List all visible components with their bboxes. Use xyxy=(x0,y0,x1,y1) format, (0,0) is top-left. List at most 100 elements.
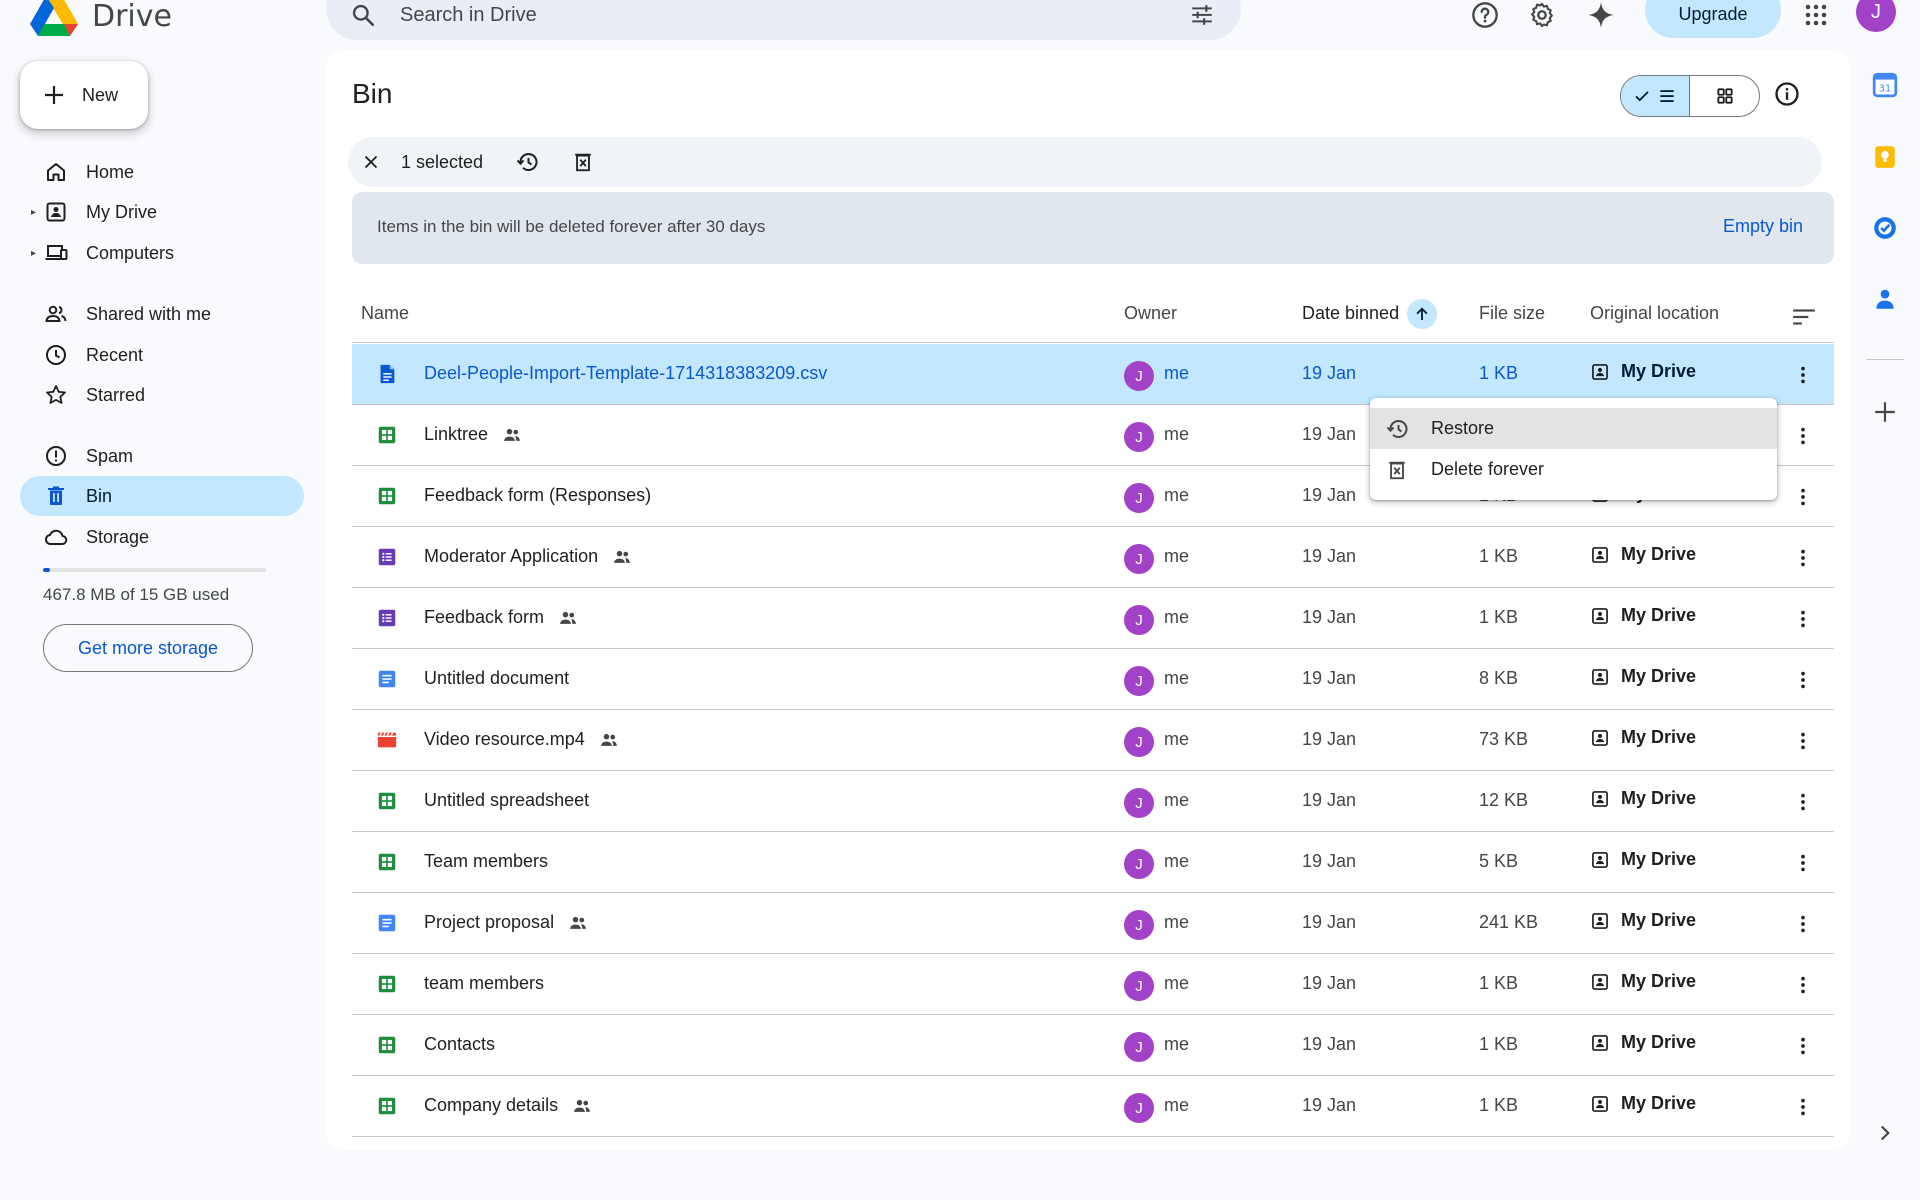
file-name-cell[interactable]: Contacts xyxy=(424,1034,495,1055)
original-location-cell[interactable]: My Drive xyxy=(1590,910,1696,931)
upgrade-button[interactable]: Upgrade xyxy=(1645,0,1781,38)
file-name-cell[interactable]: Team members xyxy=(424,851,548,872)
storage-usage-bar xyxy=(43,568,266,572)
file-name-cell[interactable]: Linktree xyxy=(424,424,522,445)
table-row[interactable]: Deel-People-Import-Template-171431838320… xyxy=(352,344,1834,405)
sidebar-item-home[interactable]: Home xyxy=(20,152,304,192)
more-actions-icon[interactable] xyxy=(1792,362,1814,388)
more-actions-icon[interactable] xyxy=(1792,423,1814,449)
more-actions-icon[interactable] xyxy=(1792,850,1814,876)
original-location-cell[interactable]: My Drive xyxy=(1590,1093,1696,1114)
file-name-cell[interactable]: Moderator Application xyxy=(424,546,632,567)
sidebar-item-recent[interactable]: Recent xyxy=(20,335,304,375)
account-avatar[interactable]: J xyxy=(1856,0,1896,32)
original-location-cell[interactable]: My Drive xyxy=(1590,727,1696,748)
search-icon[interactable] xyxy=(350,0,376,28)
search-options-icon[interactable] xyxy=(1189,0,1215,28)
sidebar-item-storage[interactable]: Storage xyxy=(20,517,304,557)
table-row[interactable]: Feedback form Jme 19 Jan 1 KB My Drive xyxy=(352,588,1834,649)
expand-arrow-icon[interactable]: ▸ xyxy=(31,207,39,218)
more-actions-icon[interactable] xyxy=(1792,728,1814,754)
sidebar-item-shared-with-me[interactable]: Shared with me xyxy=(20,294,304,334)
original-location-cell[interactable]: My Drive xyxy=(1590,544,1696,565)
settings-gear-icon[interactable] xyxy=(1524,0,1560,33)
original-location-cell[interactable]: My Drive xyxy=(1590,1032,1696,1053)
restore-icon[interactable] xyxy=(516,150,540,174)
sidebar-item-bin[interactable]: Bin xyxy=(20,476,304,516)
owner-avatar: J xyxy=(1124,422,1154,452)
search-bar[interactable]: Search in Drive xyxy=(326,0,1241,40)
table-row[interactable]: Contacts Jme 19 Jan 1 KB My Drive xyxy=(352,1015,1834,1076)
more-actions-icon[interactable] xyxy=(1792,789,1814,815)
more-actions-icon[interactable] xyxy=(1792,606,1814,632)
table-row[interactable]: Company details Jme 19 Jan 1 KB My Drive xyxy=(352,1076,1834,1137)
view-toggle[interactable] xyxy=(1620,75,1760,117)
grid-view-button[interactable] xyxy=(1690,76,1759,116)
delete-forever-icon[interactable] xyxy=(572,151,594,173)
original-location-cell[interactable]: My Drive xyxy=(1590,788,1696,809)
add-addon-plus-icon[interactable] xyxy=(1872,399,1898,425)
table-row[interactable]: Untitled document Jme 19 Jan 8 KB My Drive xyxy=(352,649,1834,710)
help-icon[interactable] xyxy=(1467,0,1503,33)
empty-bin-button[interactable]: Empty bin xyxy=(1723,216,1803,237)
expand-arrow-icon[interactable]: ▸ xyxy=(31,248,39,259)
more-actions-icon[interactable] xyxy=(1792,545,1814,571)
column-header-file-size[interactable]: File size xyxy=(1479,303,1545,324)
clear-selection-close-icon[interactable] xyxy=(360,151,382,173)
new-button[interactable]: New xyxy=(20,61,148,129)
file-name-cell[interactable]: team members xyxy=(424,973,544,994)
file-name-cell[interactable]: Untitled document xyxy=(424,668,569,689)
file-name-cell[interactable]: Project proposal xyxy=(424,912,588,933)
more-actions-icon[interactable] xyxy=(1792,972,1814,998)
sort-ascending-arrow-icon[interactable] xyxy=(1407,299,1437,329)
more-actions-icon[interactable] xyxy=(1792,1094,1814,1120)
contacts-app-icon[interactable] xyxy=(1872,286,1898,312)
menu-item-delete-forever[interactable]: Delete forever xyxy=(1370,449,1777,490)
tasks-app-icon[interactable] xyxy=(1872,215,1898,241)
table-row[interactable]: Video resource.mp4 Jme 19 Jan 73 KB My Drive xyxy=(352,710,1834,771)
more-actions-icon[interactable] xyxy=(1792,667,1814,693)
column-header-owner[interactable]: Owner xyxy=(1124,303,1177,324)
table-row[interactable]: Moderator Application Jme 19 Jan 1 KB My Dri… xyxy=(352,527,1834,588)
drive-logo[interactable]: Drive xyxy=(30,0,172,36)
table-row[interactable]: Team members Jme 19 Jan 5 KB My Drive xyxy=(352,832,1834,893)
file-name-cell[interactable]: Company details xyxy=(424,1095,592,1116)
column-header-name[interactable]: Name xyxy=(361,303,409,324)
menu-item-restore[interactable]: Restore xyxy=(1370,408,1777,449)
table-row[interactable]: Project proposal Jme 19 Jan 241 KB My Drive xyxy=(352,893,1834,954)
sidebar-item-my-drive[interactable]: ▸ My Drive xyxy=(20,192,304,232)
list-view-button[interactable] xyxy=(1621,76,1690,116)
sidebar-item-label: Shared with me xyxy=(86,303,212,324)
table-row[interactable]: Untitled spreadsheet Jme 19 Jan 12 KB My Dri… xyxy=(352,771,1834,832)
table-row[interactable]: team members Jme 19 Jan 1 KB My Drive xyxy=(352,954,1834,1015)
original-location-cell[interactable]: My Drive xyxy=(1590,605,1696,626)
sidebar-item-starred[interactable]: Starred xyxy=(20,375,304,415)
apps-grid-icon[interactable] xyxy=(1798,0,1834,33)
calendar-app-icon[interactable]: 31 xyxy=(1872,72,1898,98)
location-label: My Drive xyxy=(1621,544,1697,564)
file-name-cell[interactable]: Untitled spreadsheet xyxy=(424,790,589,811)
sidebar-item-computers[interactable]: ▸ Computers xyxy=(20,233,304,273)
info-icon[interactable] xyxy=(1773,80,1801,108)
more-actions-icon[interactable] xyxy=(1792,484,1814,510)
expand-side-panel-chevron-icon[interactable] xyxy=(1872,1120,1898,1146)
keep-app-icon[interactable] xyxy=(1872,144,1898,170)
file-name-cell[interactable]: Video resource.mp4 xyxy=(424,729,619,750)
original-location-cell[interactable]: My Drive xyxy=(1590,849,1696,870)
more-actions-icon[interactable] xyxy=(1792,911,1814,937)
get-more-storage-button[interactable]: Get more storage xyxy=(43,624,253,672)
owner-avatar: J xyxy=(1124,605,1154,635)
sidebar-item-spam[interactable]: Spam xyxy=(20,436,304,476)
column-header-date-binned[interactable]: Date binned xyxy=(1302,303,1399,324)
gemini-sparkle-icon[interactable] xyxy=(1583,0,1619,33)
file-name-cell[interactable]: Deel-People-Import-Template-171431838320… xyxy=(424,363,827,384)
sort-options-icon[interactable] xyxy=(1791,306,1817,328)
column-header-original-location[interactable]: Original location xyxy=(1590,303,1719,324)
original-location-cell[interactable]: My Drive xyxy=(1590,666,1696,687)
original-location-cell[interactable]: My Drive xyxy=(1590,361,1696,382)
file-name-cell[interactable]: Feedback form (Responses) xyxy=(424,485,651,506)
file-name-cell[interactable]: Feedback form xyxy=(424,607,578,628)
original-location-cell[interactable]: My Drive xyxy=(1590,971,1696,992)
more-actions-icon[interactable] xyxy=(1792,1033,1814,1059)
search-input[interactable]: Search in Drive xyxy=(400,0,1189,27)
